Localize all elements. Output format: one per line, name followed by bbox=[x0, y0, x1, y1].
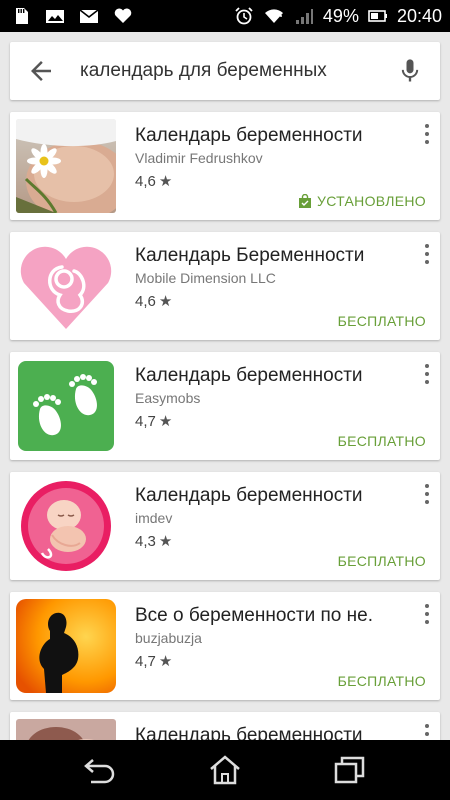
app-card[interactable]: Календарь беременности Easymobs 4,7 ★ БЕС… bbox=[10, 352, 440, 460]
app-card[interactable]: Все о беременности по не. buzjabuzja 4,7… bbox=[10, 592, 440, 700]
overflow-menu-icon[interactable] bbox=[420, 482, 434, 506]
app-rating: 4,6 ★ bbox=[135, 172, 173, 191]
app-icon-green-footprints bbox=[16, 359, 116, 453]
heart-icon bbox=[114, 8, 132, 23]
rating-value: 4,6 bbox=[135, 292, 156, 310]
status-label: УСТАНОВЛЕНО bbox=[317, 193, 426, 209]
app-rating: 4,3 ★ bbox=[135, 532, 173, 551]
status-label: БЕСПЛАТНО bbox=[337, 553, 426, 569]
battery-percent: 49% bbox=[322, 5, 359, 26]
star-icon: ★ bbox=[158, 293, 173, 310]
home-icon[interactable] bbox=[208, 754, 242, 786]
overflow-menu-icon[interactable] bbox=[420, 362, 434, 386]
rating-value: 4,7 bbox=[135, 652, 156, 670]
star-icon: ★ bbox=[158, 533, 173, 550]
clock: 20:40 bbox=[396, 5, 442, 26]
overflow-menu-icon[interactable] bbox=[420, 122, 434, 146]
rating-value: 4,6 bbox=[135, 172, 156, 190]
search-bar[interactable]: календарь для беременных bbox=[10, 42, 440, 100]
mail-icon bbox=[79, 9, 99, 23]
battery-icon bbox=[368, 10, 387, 22]
app-rating: 4,7 ★ bbox=[135, 412, 173, 431]
wifi-icon bbox=[264, 9, 283, 23]
app-rating: 4,7 ★ bbox=[135, 652, 173, 671]
app-developer: imdev bbox=[135, 510, 173, 526]
back-icon[interactable] bbox=[83, 754, 117, 786]
app-developer: Mobile Dimension LLC bbox=[135, 270, 276, 286]
app-card[interactable]: Календарь беременности imdev 4,3 ★ БЕСПЛА… bbox=[10, 472, 440, 580]
app-icon-pink-circle-baby bbox=[16, 479, 116, 573]
status-label: БЕСПЛАТНО bbox=[337, 313, 426, 329]
price-status: БЕСПЛАТНО bbox=[338, 673, 426, 689]
status-label: БЕСПЛАТНО bbox=[337, 673, 426, 689]
app-icon-belly-daisy bbox=[16, 119, 116, 213]
back-arrow-icon[interactable] bbox=[26, 56, 56, 86]
price-status: БЕСПЛАТНО bbox=[338, 313, 426, 329]
app-card[interactable]: Календарь беременности Vladimir Fedrushk… bbox=[10, 112, 440, 220]
status-label: БЕСПЛАТНО bbox=[337, 433, 426, 449]
app-title[interactable]: Календарь беременности bbox=[135, 485, 407, 507]
app-icon-orange-silhouette bbox=[16, 599, 116, 693]
overflow-menu-icon[interactable] bbox=[420, 602, 434, 626]
app-title[interactable]: Все о беременности по не. bbox=[135, 605, 407, 627]
installed-status: УСТАНОВЛЕНО bbox=[298, 193, 426, 209]
price-status: БЕСПЛАТНО bbox=[338, 553, 426, 569]
app-title[interactable]: Календарь Беременности bbox=[135, 245, 407, 267]
status-bar: 49% 20:40 bbox=[0, 0, 450, 32]
sd-card-icon bbox=[16, 8, 28, 24]
app-card[interactable]: Календарь Беременности Mobile Dimension … bbox=[10, 232, 440, 340]
app-developer: Vladimir Fedrushkov bbox=[135, 150, 263, 166]
app-rating: 4,6 ★ bbox=[135, 292, 173, 311]
signal-icon bbox=[295, 9, 313, 24]
navigation-bar bbox=[0, 740, 450, 800]
microphone-icon[interactable] bbox=[396, 56, 424, 86]
app-title[interactable]: Календарь беременности bbox=[135, 365, 407, 387]
star-icon: ★ bbox=[158, 413, 173, 430]
search-input[interactable]: календарь для беременных bbox=[80, 60, 327, 82]
star-icon: ★ bbox=[158, 653, 173, 670]
overflow-menu-icon[interactable] bbox=[420, 242, 434, 266]
recent-apps-icon[interactable] bbox=[333, 754, 367, 786]
app-icon-pink-heart bbox=[16, 239, 116, 333]
price-status: БЕСПЛАТНО bbox=[338, 433, 426, 449]
app-title[interactable]: Календарь беременности bbox=[135, 125, 407, 147]
image-icon bbox=[46, 10, 64, 23]
app-developer: Easymobs bbox=[135, 390, 201, 406]
installed-bag-icon bbox=[299, 194, 312, 208]
rating-value: 4,7 bbox=[135, 412, 156, 430]
app-developer: buzjabuzja bbox=[135, 630, 202, 646]
alarm-icon bbox=[235, 7, 253, 25]
rating-value: 4,3 bbox=[135, 532, 156, 550]
star-icon: ★ bbox=[158, 173, 173, 190]
